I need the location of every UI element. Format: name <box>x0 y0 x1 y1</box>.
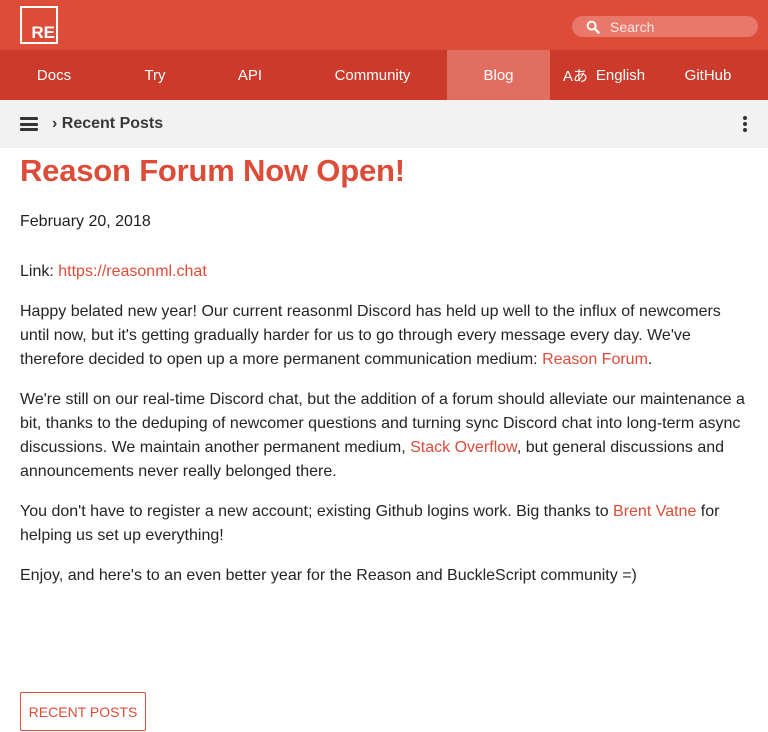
post-title: Reason Forum Now Open! <box>20 153 405 188</box>
paragraph-closing: Enjoy, and here's to an even better year… <box>20 567 637 584</box>
paragraph-intro: Happy belated new year! Our current reas… <box>20 303 721 368</box>
nav-community[interactable]: Community <box>298 50 447 100</box>
main-nav: Docs Try API Community Blog Aあ English G… <box>0 50 768 100</box>
paragraph-discord: We're still on our real-time Discord cha… <box>20 391 745 480</box>
nav-api[interactable]: API <box>202 50 298 100</box>
logo-text: RE <box>31 23 55 42</box>
nav-docs[interactable]: Docs <box>0 50 108 100</box>
secondary-bar: › Recent Posts <box>0 100 768 148</box>
post-content: Reason Forum Now Open! February 20, 2018… <box>20 152 748 588</box>
kebab-menu-icon[interactable] <box>742 116 748 134</box>
hamburger-icon[interactable] <box>20 117 38 131</box>
reason-logo[interactable]: RE <box>20 6 58 44</box>
search-box[interactable] <box>572 16 758 37</box>
paragraph-link: Link: https://reasonml.chat <box>20 263 207 280</box>
brent-vatne-link[interactable]: Brent Vatne <box>613 503 696 520</box>
nav-blog[interactable]: Blog <box>447 50 550 100</box>
nav-language[interactable]: Aあ English <box>550 50 658 100</box>
breadcrumb[interactable]: › Recent Posts <box>52 115 163 133</box>
reasonml-chat-link[interactable]: https://reasonml.chat <box>58 263 207 280</box>
reason-forum-link[interactable]: Reason Forum <box>542 351 648 368</box>
nav-try[interactable]: Try <box>108 50 202 100</box>
nav-github[interactable]: GitHub <box>658 50 758 100</box>
stack-overflow-link[interactable]: Stack Overflow <box>410 439 517 456</box>
search-icon <box>586 20 600 34</box>
paragraph-thanks: You don't have to register a new account… <box>20 503 720 544</box>
top-header: RE <box>0 0 768 50</box>
search-input[interactable] <box>610 16 750 37</box>
recent-posts-button[interactable]: RECENT POSTS <box>20 692 146 731</box>
translate-icon: Aあ <box>562 67 588 85</box>
post-date: February 20, 2018 <box>20 213 151 230</box>
